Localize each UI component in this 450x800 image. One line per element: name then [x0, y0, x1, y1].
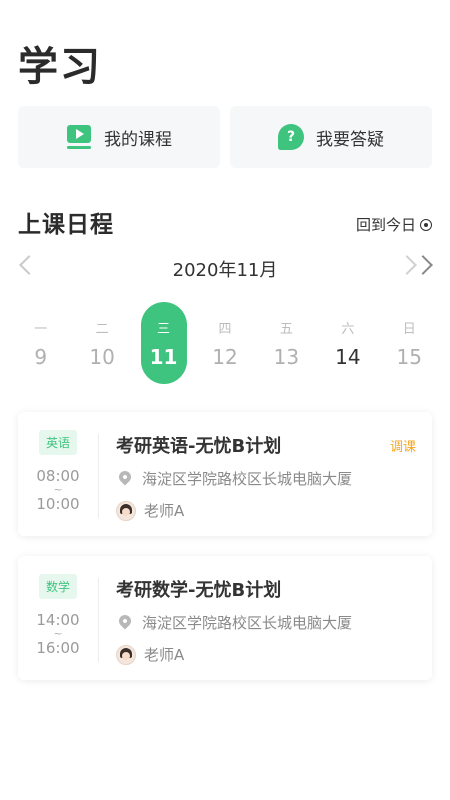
day-item[interactable]: 一 9: [10, 302, 71, 386]
day-date: 12: [212, 345, 238, 369]
subject-tag: 英语: [38, 430, 77, 455]
my-courses-label: 我的课程: [104, 129, 172, 150]
day-date: 10: [89, 345, 115, 369]
day-date: 9: [34, 345, 48, 369]
location-pin-icon: [116, 468, 134, 485]
my-courses-button[interactable]: 我的课程: [18, 106, 220, 168]
video-course-icon: [66, 124, 92, 150]
target-icon: [420, 218, 432, 231]
teacher-name: 老师A: [144, 646, 185, 664]
location-text: 海淀区学院路校区长城电脑大厦: [142, 470, 353, 488]
day-item-selected[interactable]: 三 11: [133, 302, 194, 386]
back-to-today-label: 回到今日: [355, 216, 416, 234]
month-label: 2020年11月: [172, 260, 278, 281]
day-item[interactable]: 二 10: [71, 302, 132, 386]
day-date: 15: [396, 345, 422, 369]
day-date: 14: [335, 345, 361, 369]
course-location: 海淀区学院路校区长城电脑大厦: [116, 612, 352, 633]
page-title: 学习: [18, 44, 102, 90]
course-time: 数学 14:00 ~ 16:00: [18, 574, 98, 666]
subject-tag: 数学: [38, 574, 77, 599]
teacher-name: 老师A: [144, 502, 185, 520]
day-weekday: 二: [95, 322, 109, 337]
avatar: [116, 644, 136, 665]
day-date: 13: [273, 345, 300, 369]
course-time: 英语 08:00 ~ 10:00: [18, 430, 98, 522]
day-item[interactable]: 四 12: [194, 302, 255, 386]
ask-question-label: 我要答疑: [316, 129, 384, 150]
course-title: 考研数学-无忧B计划: [116, 580, 282, 601]
time-separator: ~: [53, 483, 63, 496]
location-pin-icon: [116, 612, 134, 629]
month-navigator: 2020年11月: [0, 254, 450, 282]
end-time: 16:00: [36, 639, 80, 657]
course-title: 考研英语-无忧B计划: [116, 436, 282, 457]
avatar: [116, 500, 136, 521]
schedule-title: 上课日程: [18, 212, 114, 238]
week-strip: 一 9 二 10 三 11 四 12 五 13 六 14 日 15: [10, 302, 440, 386]
day-item[interactable]: 六 14: [317, 302, 378, 386]
divider: [98, 578, 99, 662]
back-to-today-button[interactable]: 回到今日: [356, 214, 432, 235]
end-time: 10:00: [36, 495, 80, 513]
day-weekday: 一: [34, 322, 48, 337]
time-separator: ~: [53, 627, 63, 640]
course-location: 海淀区学院路校区长城电脑大厦: [116, 468, 352, 489]
day-weekday: 四: [218, 322, 232, 337]
question-bubble-icon: ?: [278, 124, 304, 150]
day-item[interactable]: 五 13: [256, 302, 317, 386]
day-weekday: 六: [341, 322, 355, 337]
course-card[interactable]: 英语 08:00 ~ 10:00 考研英语-无忧B计划 调课 海淀区学院路校区长…: [18, 412, 432, 536]
location-text: 海淀区学院路校区长城电脑大厦: [142, 614, 353, 632]
divider: [98, 434, 99, 518]
reschedule-badge: 调课: [389, 440, 416, 455]
selected-day-pill: [140, 302, 187, 384]
day-weekday: 三: [157, 322, 171, 337]
day-date: 11: [149, 345, 178, 369]
day-weekday: 五: [279, 322, 293, 337]
course-card[interactable]: 数学 14:00 ~ 16:00 考研数学-无忧B计划 海淀区学院路校区长城电脑…: [18, 556, 432, 680]
course-teacher: 老师A: [116, 500, 184, 521]
quick-actions: 我的课程 ? 我要答疑: [18, 106, 432, 168]
ask-question-button[interactable]: ? 我要答疑: [230, 106, 432, 168]
course-teacher: 老师A: [116, 644, 184, 665]
day-item[interactable]: 日 15: [379, 302, 440, 386]
day-weekday: 日: [402, 322, 416, 337]
